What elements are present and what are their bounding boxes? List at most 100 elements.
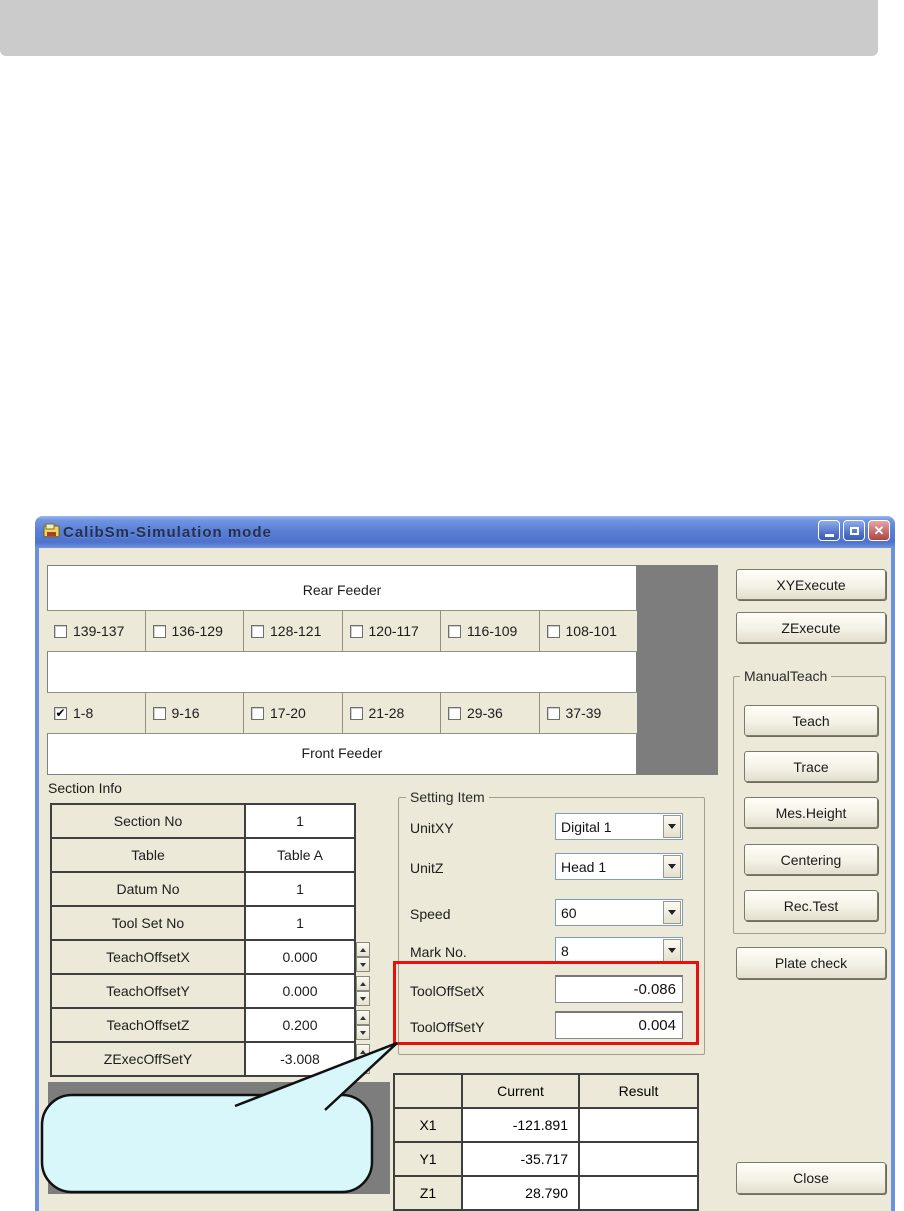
checkbox-icon[interactable]: [152, 706, 166, 720]
minimize-button[interactable]: [818, 520, 840, 541]
table-row: Table Table A: [52, 839, 354, 873]
spin-down-icon[interactable]: [356, 1059, 370, 1074]
close-window-button[interactable]: ✕: [868, 520, 890, 541]
feeder-checkbox-108-101[interactable]: 108-101: [540, 611, 638, 651]
result-column-header: Result: [580, 1075, 697, 1107]
feeder-checkbox-120-117[interactable]: 120-117: [343, 611, 441, 651]
checkbox-icon[interactable]: [251, 624, 264, 638]
rear-feeder-checkbox-row: 139-137 136-129 128-121 120-117 116-109 …: [47, 610, 637, 652]
rec-test-button[interactable]: Rec.Test: [744, 890, 878, 921]
xy-execute-button[interactable]: XYExecute: [736, 569, 886, 600]
feeder-checkbox-21-28[interactable]: 21-28: [343, 693, 441, 733]
section-info-title: Section Info: [48, 780, 122, 796]
feeder-checkbox-116-109[interactable]: 116-109: [441, 611, 540, 651]
chevron-down-icon[interactable]: [663, 901, 681, 924]
checkbox-icon[interactable]: [251, 706, 264, 720]
teach-offset-x-field[interactable]: 0.000: [246, 941, 354, 973]
table-row: TeachOffsetY 0.000: [52, 975, 354, 1009]
checkbox-icon[interactable]: [349, 624, 363, 638]
zexec-offset-y-field[interactable]: -3.008: [246, 1043, 354, 1075]
checkbox-icon[interactable]: [546, 624, 560, 638]
trace-button[interactable]: Trace: [744, 751, 878, 782]
corner-cell: [395, 1075, 463, 1107]
close-button[interactable]: Close: [736, 1162, 886, 1194]
table-row: Tool Set No 1: [52, 907, 354, 941]
section-bottom-gray-panel: [48, 1082, 390, 1194]
maximize-button[interactable]: [843, 520, 865, 541]
speed-label: Speed: [410, 906, 451, 922]
checkbox-icon[interactable]: [54, 624, 67, 638]
checkbox-icon[interactable]: [349, 706, 363, 720]
spin-up-icon[interactable]: [356, 1044, 370, 1059]
teach-offset-y-field[interactable]: 0.000: [246, 975, 354, 1007]
centering-button[interactable]: Centering: [744, 844, 878, 875]
spin-down-icon[interactable]: [356, 991, 370, 1006]
mark-no-label: Mark No.: [410, 944, 467, 960]
unitz-label: UnitZ: [410, 860, 444, 876]
table-row: ZExecOffSetY -3.008: [52, 1043, 354, 1075]
table-row: Z1 28.790: [395, 1177, 697, 1209]
table-row: Section No 1: [52, 805, 354, 839]
setting-item-group-label: Setting Item: [406, 789, 489, 805]
spin-down-icon[interactable]: [356, 1025, 370, 1040]
z-execute-button[interactable]: ZExecute: [736, 612, 886, 643]
front-feeder-checkbox-row: ✔ 1-8 9-16 17-20 21-28 29-36 37-39: [47, 692, 637, 734]
feeder-checkbox-139-137[interactable]: 139-137: [47, 611, 146, 651]
feeder-checkbox-1-8[interactable]: ✔ 1-8: [47, 693, 146, 733]
dialog-title: CalibSm-Simulation mode: [63, 523, 272, 541]
table-row: TeachOffsetZ 0.200: [52, 1009, 354, 1043]
table-row: TeachOffsetX 0.000: [52, 941, 354, 975]
teach-offset-y-spinner[interactable]: [356, 976, 370, 1006]
table-row: Datum No 1: [52, 873, 354, 907]
teach-offset-z-field[interactable]: 0.200: [246, 1009, 354, 1041]
feeder-checkbox-128-121[interactable]: 128-121: [244, 611, 343, 651]
table-row: Y1 -35.717: [395, 1143, 697, 1177]
feeder-side-gray-panel: [637, 565, 718, 775]
teach-offset-z-spinner[interactable]: [356, 1010, 370, 1040]
checkbox-icon[interactable]: [152, 624, 166, 638]
spin-up-icon[interactable]: [356, 976, 370, 991]
spin-up-icon[interactable]: [356, 1010, 370, 1025]
app-icon: [43, 523, 60, 538]
section-info-table: Section No 1 Table Table A Datum No 1 To…: [50, 803, 356, 1077]
front-feeder-label: Front Feeder: [301, 745, 383, 761]
zexec-offset-y-spinner[interactable]: [356, 1044, 370, 1074]
chevron-down-icon[interactable]: [663, 855, 681, 878]
feeder-checkbox-37-39[interactable]: 37-39: [540, 693, 638, 733]
tool-offset-x-field[interactable]: -0.086: [555, 975, 683, 1003]
mes-height-button[interactable]: Mes.Height: [744, 797, 878, 828]
checkbox-checked-icon[interactable]: ✔: [54, 706, 67, 720]
unitz-select[interactable]: Head 1: [555, 853, 683, 880]
maximize-icon: [849, 526, 859, 535]
chevron-down-icon[interactable]: [663, 939, 681, 962]
close-icon: ✕: [873, 523, 885, 538]
checkbox-icon[interactable]: [448, 706, 461, 720]
feeder-checkbox-29-36[interactable]: 29-36: [441, 693, 540, 733]
feeder-checkbox-9-16[interactable]: 9-16: [146, 693, 244, 733]
unitxy-select[interactable]: Digital 1: [555, 813, 683, 840]
chevron-down-icon[interactable]: [663, 815, 681, 838]
tool-offset-x-label: ToolOffSetX: [410, 983, 485, 999]
spin-up-icon[interactable]: [356, 942, 370, 957]
spin-down-icon[interactable]: [356, 957, 370, 972]
current-column-header: Current: [463, 1075, 580, 1107]
tool-offset-y-label: ToolOffSetY: [410, 1019, 485, 1035]
table-row: X1 -121.891: [395, 1109, 697, 1143]
feeder-checkbox-136-129[interactable]: 136-129: [146, 611, 244, 651]
unitxy-label: UnitXY: [410, 820, 454, 836]
minimize-icon: [824, 534, 834, 537]
rear-feeder-label: Rear Feeder: [302, 582, 382, 598]
mark-no-select[interactable]: 8: [555, 937, 683, 964]
speed-select[interactable]: 60: [555, 899, 683, 926]
checkbox-icon[interactable]: [546, 706, 560, 720]
page-header-bar: [0, 0, 878, 56]
tool-offset-y-field[interactable]: 0.004: [555, 1011, 683, 1039]
plate-check-button[interactable]: Plate check: [736, 947, 886, 979]
teach-offset-x-spinner[interactable]: [356, 942, 370, 972]
manual-teach-group-label: ManualTeach: [740, 668, 832, 684]
dialog-titlebar[interactable]: CalibSm-Simulation mode: [35, 516, 895, 548]
feeder-checkbox-17-20[interactable]: 17-20: [244, 693, 343, 733]
table-header-row: Current Result: [395, 1075, 697, 1109]
teach-button[interactable]: Teach: [744, 705, 878, 736]
checkbox-icon[interactable]: [448, 624, 461, 638]
